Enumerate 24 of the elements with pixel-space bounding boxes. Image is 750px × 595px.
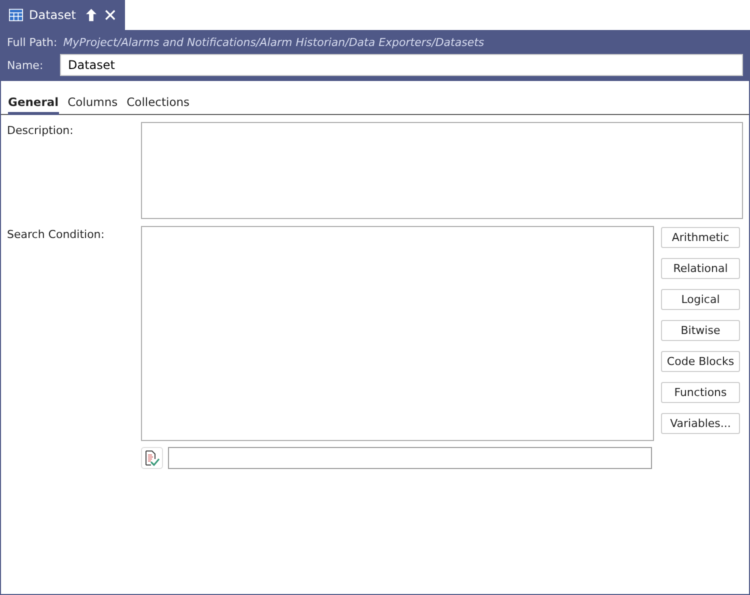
operator-button[interactable]: Variables... (661, 413, 740, 434)
operator-button[interactable]: Arithmetic (661, 227, 740, 248)
expression-input[interactable] (168, 447, 652, 469)
description-label: Description: (7, 123, 74, 139)
tab[interactable]: General (8, 94, 59, 115)
operator-button[interactable]: Logical (661, 289, 740, 310)
tab[interactable]: Collections (126, 94, 190, 115)
path-label: Full Path: (7, 36, 58, 49)
operator-button[interactable]: Bitwise (661, 320, 740, 341)
operator-button[interactable]: Code Blocks (661, 351, 740, 372)
search-condition-label: Search Condition: (7, 227, 106, 243)
operator-button[interactable]: Relational (661, 258, 740, 279)
grid-icon (9, 8, 23, 22)
full-path: MyProject/Alarms and Notifications/Alarm Historian/Data Exporters/Datasets (63, 36, 484, 49)
close-icon[interactable] (104, 9, 115, 21)
document-tab-title[interactable]: Dataset (29, 8, 76, 22)
operator-button[interactable]: Functions (661, 382, 740, 403)
tab[interactable]: Columns (68, 94, 118, 115)
search-condition-field[interactable] (141, 226, 654, 441)
name-field[interactable]: Dataset (60, 54, 743, 76)
description-field[interactable] (141, 122, 743, 219)
validate-button[interactable] (141, 447, 163, 469)
pin-arrow-icon[interactable] (86, 8, 96, 22)
name-label: Name: (7, 58, 44, 72)
